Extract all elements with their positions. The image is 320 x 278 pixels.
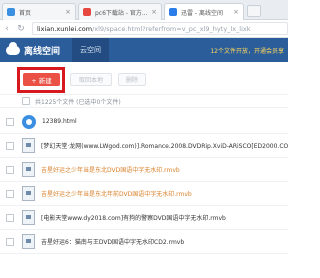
list-item[interactable]: [电影天堂www.dy2018.com]有狗的警察DVD国语中字无水印.rmvb (0, 206, 288, 230)
file-name[interactable]: 12389.html (42, 118, 77, 125)
list-item[interactable]: 吉星好运之少年当是东北年前DVD国语中字无水印.rmvb (0, 182, 288, 206)
file-name[interactable]: 吉星好运6：猫南与王DVD国语中字无水印CD2.rmvb (41, 237, 184, 246)
file-count-text: 共1225个文件 (已选中0个文件) (35, 98, 121, 106)
close-icon[interactable]: × (65, 8, 71, 16)
browser-tab-xunlei[interactable]: 迅雷 - 离线空间 × (164, 3, 244, 20)
video-file-icon (22, 138, 35, 153)
row-checkbox[interactable] (6, 141, 14, 150)
xunlei-favicon-icon (169, 8, 177, 16)
video-file-icon (22, 210, 35, 225)
new-tab-button[interactable] (247, 5, 261, 17)
site-header: 离线空间 云空间 12个文件开放，开通会员享 (0, 38, 288, 62)
row-checkbox[interactable] (6, 189, 14, 198)
list-item[interactable]: [梦幻天堂·龙网(www.LWgod.com)].Romance.2008.DV… (0, 134, 288, 158)
video-file-icon (22, 162, 35, 177)
video-file-icon (22, 186, 35, 201)
file-summary-bar: 共1225个文件 (已选中0个文件) (0, 94, 288, 108)
row-checkbox[interactable] (6, 165, 14, 174)
browser-tab-label: 迅雷 - 离线空间 (181, 9, 223, 17)
promo-text[interactable]: 12个文件开放，开通会员享 (210, 46, 288, 55)
home-page-icon (7, 8, 15, 16)
row-checkbox[interactable] (6, 213, 14, 222)
brand-title: 离线空间 (24, 46, 61, 57)
select-all-checkbox[interactable] (22, 97, 30, 105)
cloud-icon (6, 41, 20, 55)
browser-tab-home[interactable]: 首页 × (2, 3, 76, 20)
browser-tab-label: pc6下载站 - 官方... (95, 9, 148, 17)
file-name[interactable]: [梦幻天堂·龙网(www.LWgod.com)].Romance.2008.DV… (41, 141, 288, 150)
tab-cloud-space[interactable]: 云空间 (72, 38, 110, 62)
close-icon[interactable]: × (233, 8, 239, 16)
back-arrow-icon[interactable]: ‹ (0, 24, 14, 34)
url-path: /xl9/space.html?referfrom=v_pc_xl9_hyty_… (92, 24, 251, 33)
row-checkbox[interactable] (6, 117, 14, 126)
save-to-local-button[interactable]: 取回本地 (70, 73, 112, 86)
list-item[interactable]: 12389.html (0, 110, 288, 134)
list-item[interactable]: 吉星好运之少年当是东北DVD国语中字无水印.rmvb (0, 158, 288, 182)
file-list: 12389.html [梦幻天堂·龙网(www.LWgod.com)].Roma… (0, 110, 288, 254)
url-field[interactable]: lixian.xunlei.com/xl9/space.html?referfr… (32, 22, 288, 35)
site-favicon-icon (83, 8, 91, 16)
new-task-button[interactable]: + 新建 (23, 73, 60, 86)
list-item[interactable]: 吉星好运6：猫南与王DVD国语中字无水印CD2.rmvb (0, 230, 288, 254)
delete-button[interactable]: 删除 (118, 73, 146, 86)
reload-icon[interactable]: ↻ (14, 24, 28, 34)
file-name[interactable]: 吉星好运之少年当是东北DVD国语中字无水印.rmvb (41, 165, 180, 174)
row-checkbox[interactable] (6, 237, 14, 246)
html-icon (22, 114, 36, 129)
browser-tab-strip: 首页 × pc6下载站 - 官方... × 迅雷 - 离线空间 × (0, 0, 288, 20)
browser-tab-label: 首页 (19, 9, 32, 17)
brand-logo[interactable]: 离线空间 (0, 41, 61, 57)
address-bar: ‹ ↻ lixian.xunlei.com/xl9/space.html?ref… (0, 20, 288, 38)
file-name[interactable]: [电影天堂www.dy2018.com]有狗的警察DVD国语中字无水印.rmvb (41, 213, 226, 222)
file-name[interactable]: 吉星好运之少年当是东北年前DVD国语中字无水印.rmvb (41, 189, 192, 198)
browser-tab-pc6[interactable]: pc6下载站 - 官方... × (78, 3, 162, 20)
close-icon[interactable]: × (151, 8, 157, 16)
video-file-icon (22, 234, 35, 249)
url-host: lixian.xunlei.com (37, 24, 93, 33)
